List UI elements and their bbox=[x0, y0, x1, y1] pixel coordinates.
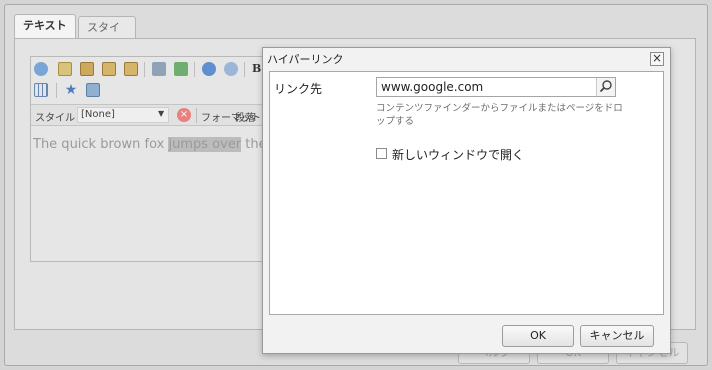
new-window-label[interactable]: 新しいウィンドウで開く bbox=[392, 146, 524, 163]
close-icon[interactable]: × bbox=[650, 52, 664, 66]
editor-text-before: The quick brown fox bbox=[33, 137, 169, 152]
link-target-label: リンク先 bbox=[274, 82, 323, 96]
toolbar-separator bbox=[144, 62, 145, 77]
ok-button[interactable]: OK bbox=[502, 325, 574, 347]
cancel-button[interactable]: キャンセル bbox=[580, 325, 654, 347]
search-button[interactable] bbox=[596, 78, 615, 96]
toolbar-separator bbox=[196, 108, 197, 123]
undo-icon[interactable] bbox=[202, 62, 216, 76]
style-select-value: [None] bbox=[81, 109, 115, 120]
dialog-title: ハイパーリンク bbox=[267, 53, 344, 66]
search-icon bbox=[599, 80, 612, 93]
link-target-value: www.google.com bbox=[381, 80, 484, 94]
toolbar-separator bbox=[194, 62, 195, 77]
editor-text-selection: jumps over bbox=[168, 137, 242, 152]
toolbar-separator bbox=[244, 62, 245, 77]
style-bar: スタイル [None] ▼ × フォーマット 段落 bbox=[31, 104, 269, 126]
new-window-checkbox[interactable] bbox=[376, 148, 387, 159]
star-icon[interactable]: ★ bbox=[64, 83, 78, 97]
tab-text[interactable]: テキスト bbox=[14, 14, 76, 39]
toolbar-separator bbox=[56, 83, 57, 98]
link-target-input[interactable]: www.google.com bbox=[376, 77, 616, 97]
redo-icon[interactable] bbox=[224, 62, 238, 76]
paste-word-icon[interactable] bbox=[124, 62, 138, 76]
style-label: スタイル bbox=[35, 113, 75, 124]
cut-icon[interactable] bbox=[34, 62, 48, 76]
image-icon[interactable] bbox=[86, 83, 100, 97]
paragraph-label[interactable]: 段落 bbox=[235, 109, 255, 124]
style-select[interactable]: [None] ▼ bbox=[77, 107, 169, 123]
table-icon[interactable] bbox=[34, 83, 48, 97]
link-icon[interactable] bbox=[152, 62, 166, 76]
drop-hint: コンテンツファインダーからファイルまたはページをドロップする bbox=[376, 103, 623, 127]
editor-content[interactable]: The quick brown fox jumps over the bbox=[33, 137, 267, 152]
copy-icon[interactable] bbox=[58, 62, 72, 76]
dialog-body: リンク先 www.google.com コンテンツファインダーからファイルまたは… bbox=[269, 71, 664, 315]
paste-text-icon[interactable] bbox=[102, 62, 116, 76]
tab-style[interactable]: スタイル bbox=[78, 16, 136, 56]
unlink-icon[interactable] bbox=[174, 62, 188, 76]
clear-style-icon[interactable]: × bbox=[177, 108, 191, 122]
chevron-down-icon: ▼ bbox=[158, 109, 165, 118]
paste-icon[interactable] bbox=[80, 62, 94, 76]
hyperlink-dialog: ハイパーリンク × リンク先 www.google.com コンテンツファインダ… bbox=[262, 47, 671, 354]
